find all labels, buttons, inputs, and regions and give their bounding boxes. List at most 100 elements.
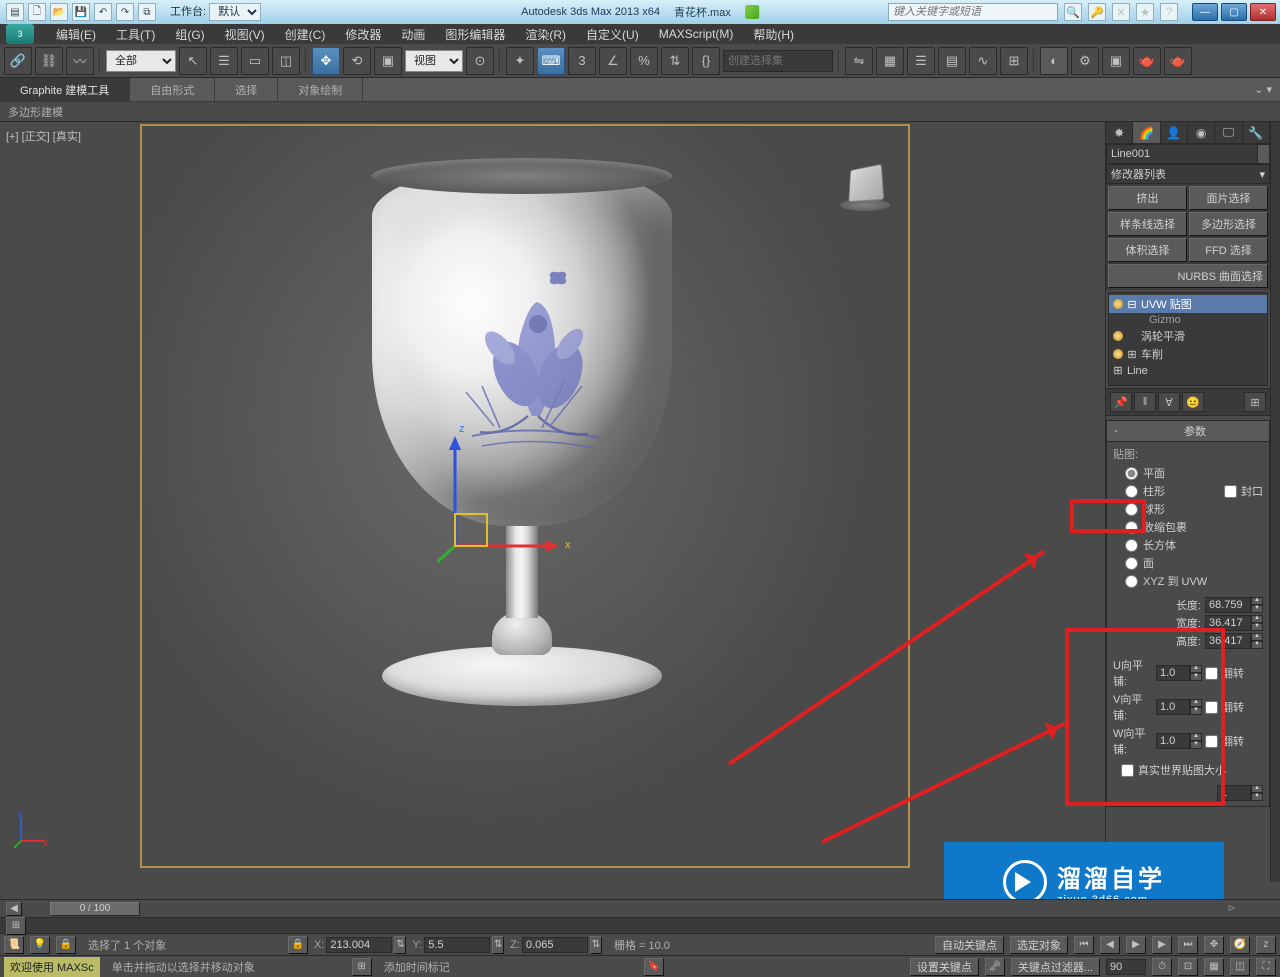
selection-filter[interactable]: 全部 [106, 50, 176, 72]
named-selection-sets[interactable] [723, 50, 833, 72]
menu-tools[interactable]: 工具(T) [106, 24, 165, 45]
setkey-button[interactable]: 设置关键点 [910, 958, 979, 976]
bulb-icon[interactable] [1113, 331, 1123, 341]
uflip-checkbox[interactable]: 翻转 [1205, 665, 1244, 681]
minimize-button[interactable]: — [1192, 3, 1218, 21]
viewport[interactable]: x z [140, 124, 910, 868]
menu-views[interactable]: 视图(V) [215, 24, 275, 45]
align-icon[interactable]: ▦ [876, 47, 904, 75]
wtile-spinner[interactable]: ▲▼ [1156, 733, 1202, 749]
render-production-icon[interactable]: 🫖 [1133, 47, 1161, 75]
render-setup-icon[interactable]: ⚙ [1071, 47, 1099, 75]
modbtn-spline-select[interactable]: 样条线选择 [1108, 212, 1187, 236]
undo-icon[interactable]: ↶ [94, 3, 112, 21]
select-move-icon[interactable]: ✥ [312, 47, 340, 75]
material-editor-icon[interactable]: ◐ [1040, 47, 1068, 75]
percent-snap-icon[interactable]: % [630, 47, 658, 75]
arc-rotate-icon[interactable]: 🧭 [1230, 936, 1250, 954]
link-icon[interactable]: 🔗 [4, 47, 32, 75]
time-slider-thumb[interactable]: 0 / 100 [50, 902, 140, 916]
select-object-icon[interactable]: ↖ [179, 47, 207, 75]
open-icon[interactable]: 📂 [50, 3, 68, 21]
make-unique-icon[interactable]: ∀ [1158, 392, 1180, 412]
modifier-list-dropdown[interactable]: 修改器列表▾ [1106, 164, 1270, 184]
prev-frame-icon[interactable]: ◀ [1100, 936, 1120, 954]
tab-modify-icon[interactable]: 🌈 [1133, 122, 1160, 143]
bulb-icon[interactable] [1113, 349, 1123, 359]
render-frame-icon[interactable]: ▣ [1102, 47, 1130, 75]
menu-grapheditors[interactable]: 图形编辑器 [435, 24, 515, 45]
select-scale-icon[interactable]: ▣ [374, 47, 402, 75]
time-config-icon[interactable]: ⏱ [1152, 958, 1172, 976]
bulb-icon[interactable] [1113, 299, 1123, 309]
field-of-view-icon[interactable]: ◫ [1230, 958, 1250, 976]
menu-edit[interactable]: 编辑(E) [46, 24, 106, 45]
selected-combo[interactable]: 选定对象 [1010, 936, 1068, 954]
play-icon[interactable]: ▶ [1126, 936, 1146, 954]
mirror-icon[interactable]: ⇋ [845, 47, 873, 75]
show-end-result-icon[interactable]: ‖ [1134, 392, 1156, 412]
time-slider[interactable]: ◀ 0 / 100 ⊳ [0, 899, 1280, 917]
pan-icon[interactable]: ✥ [1204, 936, 1224, 954]
menu-modifiers[interactable]: 修改器 [335, 24, 391, 45]
modbtn-extrude[interactable]: 挤出 [1108, 186, 1187, 210]
coord-y[interactable] [424, 937, 490, 953]
wflip-checkbox[interactable]: 翻转 [1205, 733, 1244, 749]
tab-hierarchy-icon[interactable]: 👤 [1161, 122, 1188, 143]
time-tag-icon[interactable]: 🔖 [644, 958, 664, 976]
save-icon[interactable]: 💾 [72, 3, 90, 21]
select-region-rect-icon[interactable]: ▭ [241, 47, 269, 75]
schematic-view-icon[interactable]: ⊞ [1000, 47, 1028, 75]
current-frame[interactable] [1106, 959, 1146, 975]
help-icon[interactable]: ? [1160, 3, 1178, 21]
spinner-snap-icon[interactable]: ⇅ [661, 47, 689, 75]
coord-z[interactable] [522, 937, 588, 953]
close-button[interactable]: ✕ [1250, 3, 1276, 21]
menu-maxscript[interactable]: MAXScript(M) [649, 25, 744, 43]
goto-start-icon[interactable]: ⏮ [1074, 936, 1094, 954]
selection-lock-icon[interactable]: 🔒 [56, 936, 76, 954]
ribbon-toggle-icon[interactable]: ▤ [938, 47, 966, 75]
unlink-icon[interactable]: ⛓ [35, 47, 63, 75]
zoom-icon[interactable]: z [1256, 936, 1276, 954]
key-filters-button[interactable]: 关键点过滤器... [1011, 958, 1100, 976]
zoom-extents-icon[interactable]: ⊡ [1178, 958, 1198, 976]
goto-end-icon[interactable]: ⏭ [1178, 936, 1198, 954]
ref-coord-system[interactable]: 视图 [405, 50, 463, 72]
app-menu-button[interactable]: ▤ [6, 3, 24, 21]
channel-spinner[interactable]: ▲▼ [1217, 785, 1263, 801]
modbtn-nurbs-select[interactable]: NURBS 曲面选择 [1108, 264, 1268, 288]
favorites-icon[interactable]: ★ [1136, 3, 1154, 21]
track-bar[interactable]: ⊞ [0, 917, 1280, 933]
utile-spinner[interactable]: ▲▼ [1156, 665, 1202, 681]
ribbon-tab-selection[interactable]: 选择 [215, 78, 278, 101]
bind-spacewarp-icon[interactable]: 〰 [66, 47, 94, 75]
object-name-field[interactable] [1106, 144, 1258, 164]
edit-named-sets-icon[interactable]: {} [692, 47, 720, 75]
object-color-swatch[interactable] [1258, 144, 1270, 164]
key-icon[interactable]: 🗝 [985, 958, 1005, 976]
subscription-icon[interactable]: 🔑 [1088, 3, 1106, 21]
radio-shrinkwrap[interactable]: 收缩包裹 [1113, 518, 1263, 536]
angle-snap-icon[interactable]: ∠ [599, 47, 627, 75]
modbtn-ffd-select[interactable]: FFD 选择 [1189, 238, 1268, 262]
add-time-tag[interactable]: 添加时间标记 [378, 959, 638, 975]
coord-x[interactable] [326, 937, 392, 953]
menu-rendering[interactable]: 渲染(R) [515, 24, 576, 45]
realworld-checkbox[interactable]: 真实世界贴图大小 [1113, 762, 1263, 778]
modbtn-volume-select[interactable]: 体积选择 [1108, 238, 1187, 262]
ribbon-expand-icon[interactable]: ⌄ ▾ [1246, 83, 1280, 96]
script-listener-icon[interactable]: 📜 [4, 936, 24, 954]
rollout-parameters-header[interactable]: -参数 [1106, 420, 1270, 442]
menu-animation[interactable]: 动画 [391, 24, 435, 45]
radio-xyzuvw[interactable]: XYZ 到 UVW [1113, 572, 1263, 590]
modifier-stack[interactable]: ⊟UVW 贴图 Gizmo 涡轮平滑 ⊞车削 ⊞Line [1108, 292, 1268, 386]
infocenter-search[interactable] [888, 3, 1058, 21]
isolate-icon[interactable]: 💡 [30, 936, 50, 954]
maximize-button[interactable]: ▢ [1221, 3, 1247, 21]
radio-box[interactable]: 长方体 [1113, 536, 1263, 554]
workspace-selector[interactable]: 工作台: 默认 [170, 3, 261, 21]
project-icon[interactable]: ⧉ [138, 3, 156, 21]
render-iterative-icon[interactable]: 🫖 [1164, 47, 1192, 75]
height-spinner[interactable]: ▲▼ [1205, 633, 1263, 649]
